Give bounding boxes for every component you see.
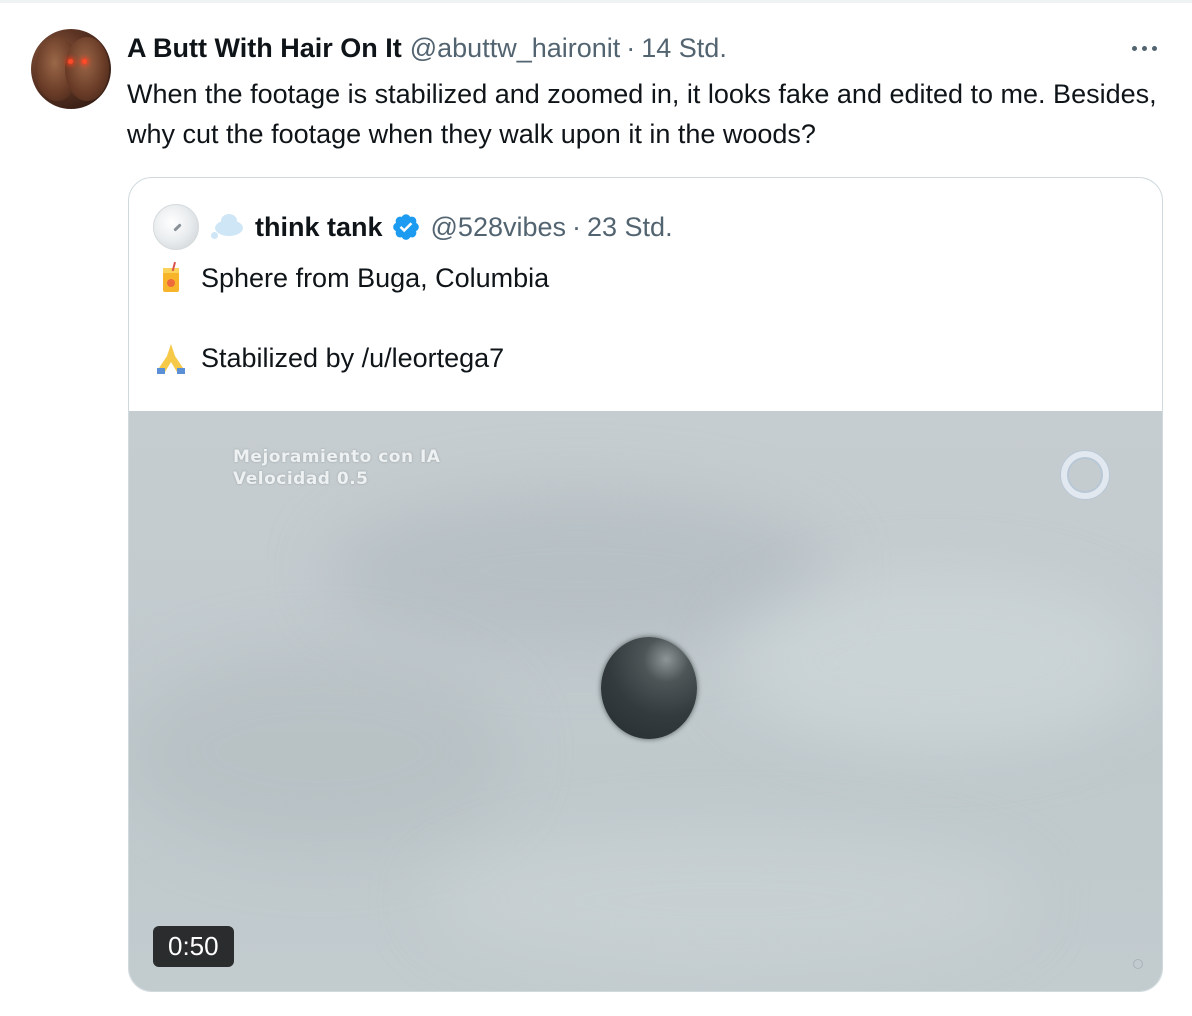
- quoted-text-line-1: Sphere from Buga, Columbia: [201, 262, 550, 293]
- more-options-icon[interactable]: [1124, 36, 1164, 60]
- quoted-author-name[interactable]: think tank: [255, 212, 383, 243]
- overlay-line-2: Velocidad 0.5: [233, 469, 369, 489]
- quoted-tweet[interactable]: think tank @528vibes · 23 Std. Sphere fr…: [128, 177, 1163, 992]
- sphere-object: [601, 637, 697, 739]
- author-name[interactable]: A Butt With Hair On It: [127, 33, 402, 64]
- video-duration-badge: 0:50: [153, 926, 234, 967]
- quoted-author-avatar[interactable]: [153, 204, 199, 250]
- watermark-ring-icon: [1061, 451, 1109, 499]
- separator-dot: ·: [572, 211, 582, 242]
- sky-haze: [429, 831, 1029, 971]
- video-player[interactable]: Mejoramiento con IA Velocidad 0.5 0:50: [129, 411, 1162, 991]
- quoted-tweet-header: think tank @528vibes · 23 Std.: [153, 204, 673, 250]
- sky-haze: [129, 651, 509, 851]
- juice-box-emoji: [153, 260, 189, 296]
- tweet-header: A Butt With Hair On It @abuttw_haironit …: [127, 32, 727, 64]
- video-overlay-text: Mejoramiento con IA Velocidad 0.5: [233, 446, 440, 490]
- overlay-line-1: Mejoramiento con IA: [233, 447, 441, 467]
- small-watermark-icon: [1133, 959, 1143, 969]
- thought-balloon-emoji: [209, 212, 247, 242]
- quoted-text-line: Sphere from Buga, Columbia: [153, 260, 549, 296]
- separator-dot: ·: [626, 32, 636, 63]
- author-avatar[interactable]: [31, 29, 111, 109]
- tweet-text: When the footage is stabilized and zoome…: [127, 79, 1157, 149]
- verified-badge-icon: [392, 214, 419, 240]
- quoted-text-line: Stabilized by /u/leortega7: [153, 340, 504, 376]
- quoted-author-handle[interactable]: @528vibes: [431, 212, 567, 243]
- quoted-timestamp[interactable]: 23 Std.: [587, 212, 673, 243]
- tweet-timestamp[interactable]: 14 Std.: [641, 33, 727, 64]
- sky-haze: [729, 571, 1149, 751]
- quoted-text-line-2: Stabilized by /u/leortega7: [201, 342, 505, 373]
- tweet[interactable]: A Butt With Hair On It @abuttw_haironit …: [0, 0, 1192, 1016]
- author-handle[interactable]: @abuttw_haironit: [410, 33, 621, 64]
- folded-hands-emoji: [153, 340, 189, 376]
